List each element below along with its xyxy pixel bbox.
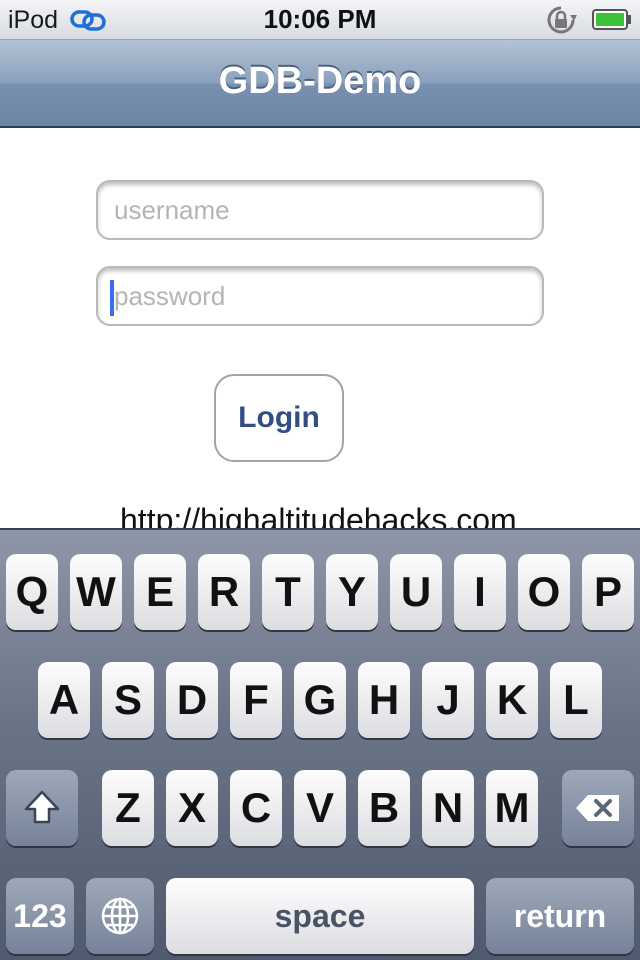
globe-key[interactable] <box>86 878 154 954</box>
battery-icon <box>592 9 631 30</box>
key-a[interactable]: A <box>38 662 90 738</box>
keyboard: Q W E R T Y U I O P A S D F G H J K L Z … <box>0 528 640 960</box>
key-l[interactable]: L <box>550 662 602 738</box>
status-bar: iPod 10:06 PM <box>0 0 640 40</box>
key-o[interactable]: O <box>518 554 570 630</box>
key-s[interactable]: S <box>102 662 154 738</box>
delete-key[interactable] <box>562 770 634 846</box>
key-q[interactable]: Q <box>6 554 58 630</box>
key-f[interactable]: F <box>230 662 282 738</box>
key-g[interactable]: G <box>294 662 346 738</box>
numbers-key[interactable]: 123 <box>6 878 74 954</box>
key-b[interactable]: B <box>358 770 410 846</box>
rotation-lock-icon <box>547 6 577 34</box>
password-field-wrapper <box>96 266 544 326</box>
shift-key[interactable] <box>6 770 78 846</box>
text-cursor <box>110 280 114 316</box>
navigation-bar: GDB-Demo <box>0 40 640 128</box>
key-y[interactable]: Y <box>326 554 378 630</box>
key-d[interactable]: D <box>166 662 218 738</box>
key-m[interactable]: M <box>486 770 538 846</box>
key-j[interactable]: J <box>422 662 474 738</box>
username-input[interactable] <box>98 182 542 238</box>
return-key[interactable]: return <box>486 878 634 954</box>
key-c[interactable]: C <box>230 770 282 846</box>
key-n[interactable]: N <box>422 770 474 846</box>
key-h[interactable]: H <box>358 662 410 738</box>
key-r[interactable]: R <box>198 554 250 630</box>
key-t[interactable]: T <box>262 554 314 630</box>
backspace-icon <box>576 795 619 821</box>
key-x[interactable]: X <box>166 770 218 846</box>
key-i[interactable]: I <box>454 554 506 630</box>
key-k[interactable]: K <box>486 662 538 738</box>
username-field-wrapper <box>96 180 544 240</box>
space-key[interactable]: space <box>166 878 474 954</box>
key-p[interactable]: P <box>582 554 634 630</box>
key-z[interactable]: Z <box>102 770 154 846</box>
globe-icon <box>101 897 139 935</box>
login-button[interactable]: Login <box>214 374 344 462</box>
key-e[interactable]: E <box>134 554 186 630</box>
nav-title: GDB-Demo <box>218 60 422 102</box>
key-v[interactable]: V <box>294 770 346 846</box>
key-u[interactable]: U <box>390 554 442 630</box>
password-input[interactable] <box>98 268 542 324</box>
key-w[interactable]: W <box>70 554 122 630</box>
shift-icon <box>24 790 60 824</box>
